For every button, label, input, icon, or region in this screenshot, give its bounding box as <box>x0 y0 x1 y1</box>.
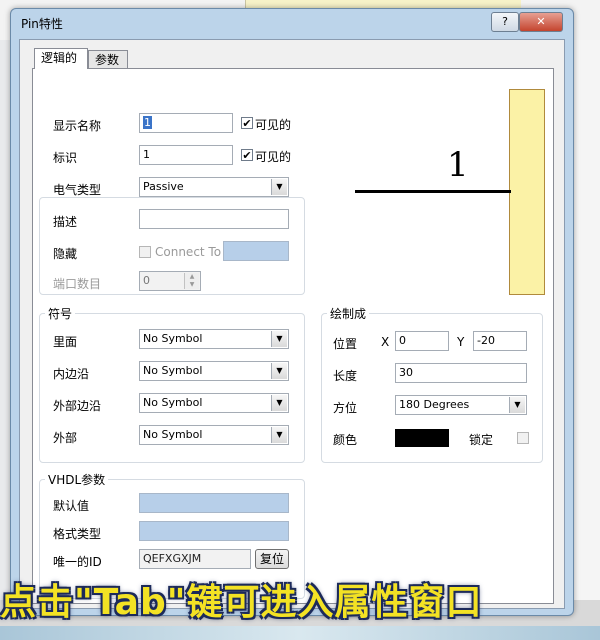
display-name-value: 1 <box>143 116 152 129</box>
x-label: X <box>381 335 390 349</box>
display-name-input[interactable]: 1 <box>139 113 233 133</box>
graphical-group-title: 绘制成 <box>327 305 370 322</box>
symbol-inside-edge-label: 内边沿 <box>53 367 90 381</box>
y-label: Y <box>457 335 465 349</box>
symbol-outside-edge-value: No Symbol <box>143 396 203 409</box>
orientation-select[interactable]: 180 Degrees ▼ <box>395 395 527 415</box>
tab-panel-logical: 显示名称 1 ✔ 可见的 标识 1 ✔ 可见的 电气类型 Passive ▼ 描… <box>32 68 554 604</box>
position-label: 位置 <box>333 337 358 351</box>
symbol-outside-edge-select[interactable]: No Symbol ▼ <box>139 393 289 413</box>
pin-properties-dialog: Pin特性 ? ✕ 逻辑的 参数 显示名称 1 ✔ 可见的 标识 1 ✔ 可见的… <box>10 8 574 616</box>
symbols-group-title: 符号 <box>45 305 76 322</box>
electrical-type-label: 电气类型 <box>53 183 102 197</box>
connect-to-input[interactable] <box>223 241 289 261</box>
background-bottom-wave <box>0 626 600 640</box>
orientation-value: 180 Degrees <box>399 398 470 411</box>
dialog-title: Pin特性 <box>21 17 63 31</box>
description-input[interactable] <box>139 209 289 229</box>
port-count-label: 端口数目 <box>53 277 102 291</box>
designator-input[interactable]: 1 <box>139 145 233 165</box>
symbol-outside-select[interactable]: No Symbol ▼ <box>139 425 289 445</box>
subtitle-caption: 点击"Tab"键可进入属性窗口 <box>0 582 483 623</box>
connect-to-label: Connect To <box>155 245 222 259</box>
format-type-label: 格式类型 <box>53 527 102 541</box>
length-label: 长度 <box>333 369 358 383</box>
orientation-label: 方位 <box>333 401 358 415</box>
symbol-outside-value: No Symbol <box>143 428 203 441</box>
stepper-arrows-icon[interactable]: ▲ ▼ <box>184 273 199 289</box>
port-count-stepper[interactable]: 0 ▲ ▼ <box>139 271 201 291</box>
symbol-inside-edge-select[interactable]: No Symbol ▼ <box>139 361 289 381</box>
chevron-down-icon[interactable]: ▼ <box>271 395 287 411</box>
chevron-down-icon[interactable]: ▼ <box>271 331 287 347</box>
default-value-label: 默认值 <box>53 499 90 513</box>
pin-preview-number: 1 <box>447 145 469 185</box>
position-x-input[interactable]: 0 <box>395 331 449 351</box>
symbol-outside-edge-label: 外部边沿 <box>53 399 102 413</box>
pin-preview-body <box>509 89 545 295</box>
symbol-inside-value: No Symbol <box>143 332 203 345</box>
designator-visible-checkbox[interactable]: ✔ <box>241 149 253 162</box>
chevron-down-icon[interactable]: ▼ <box>271 363 287 379</box>
symbol-inside-select[interactable]: No Symbol ▼ <box>139 329 289 349</box>
locked-checkbox[interactable] <box>517 432 529 444</box>
tab-parameters[interactable]: 参数 <box>88 50 128 69</box>
symbol-inside-edge-value: No Symbol <box>143 364 203 377</box>
display-name-visible-checkbox[interactable]: ✔ <box>241 117 253 130</box>
electrical-type-value: Passive <box>143 180 184 193</box>
electrical-type-select[interactable]: Passive ▼ <box>139 177 289 197</box>
display-name-label: 显示名称 <box>53 119 102 133</box>
unique-id-label: 唯一的ID <box>53 555 102 569</box>
dialog-client-area: 逻辑的 参数 显示名称 1 ✔ 可见的 标识 1 ✔ 可见的 电气类型 Pass… <box>19 39 565 609</box>
hidden-checkbox[interactable] <box>139 246 151 258</box>
format-type-input[interactable] <box>139 521 289 541</box>
description-label: 描述 <box>53 215 78 229</box>
color-swatch[interactable] <box>395 429 449 447</box>
symbol-inside-label: 里面 <box>53 335 78 349</box>
close-button[interactable]: ✕ <box>519 12 563 32</box>
length-input[interactable]: 30 <box>395 363 527 383</box>
symbol-outside-label: 外部 <box>53 431 78 445</box>
chevron-down-icon[interactable]: ▼ <box>509 397 525 413</box>
title-bar[interactable]: Pin特性 ? ✕ <box>11 9 573 37</box>
tab-logical[interactable]: 逻辑的 <box>34 48 88 69</box>
pin-preview-line <box>355 190 511 193</box>
chevron-down-icon[interactable]: ▼ <box>271 179 287 195</box>
position-y-input[interactable]: -20 <box>473 331 527 351</box>
designator-visible-label: 可见的 <box>255 150 292 164</box>
port-count-value: 0 <box>143 274 150 287</box>
color-label: 颜色 <box>333 433 358 447</box>
default-value-input[interactable] <box>139 493 289 513</box>
vhdl-group-title: VHDL参数 <box>45 471 109 488</box>
reset-button[interactable]: 复位 <box>255 549 289 569</box>
locked-label: 锁定 <box>469 433 494 447</box>
display-name-visible-label: 可见的 <box>255 118 292 132</box>
chevron-down-icon[interactable]: ▼ <box>271 427 287 443</box>
designator-label: 标识 <box>53 151 78 165</box>
help-button[interactable]: ? <box>491 12 519 32</box>
unique-id-field[interactable]: QEFXGXJM <box>139 549 251 569</box>
hidden-label: 隐藏 <box>53 247 78 261</box>
